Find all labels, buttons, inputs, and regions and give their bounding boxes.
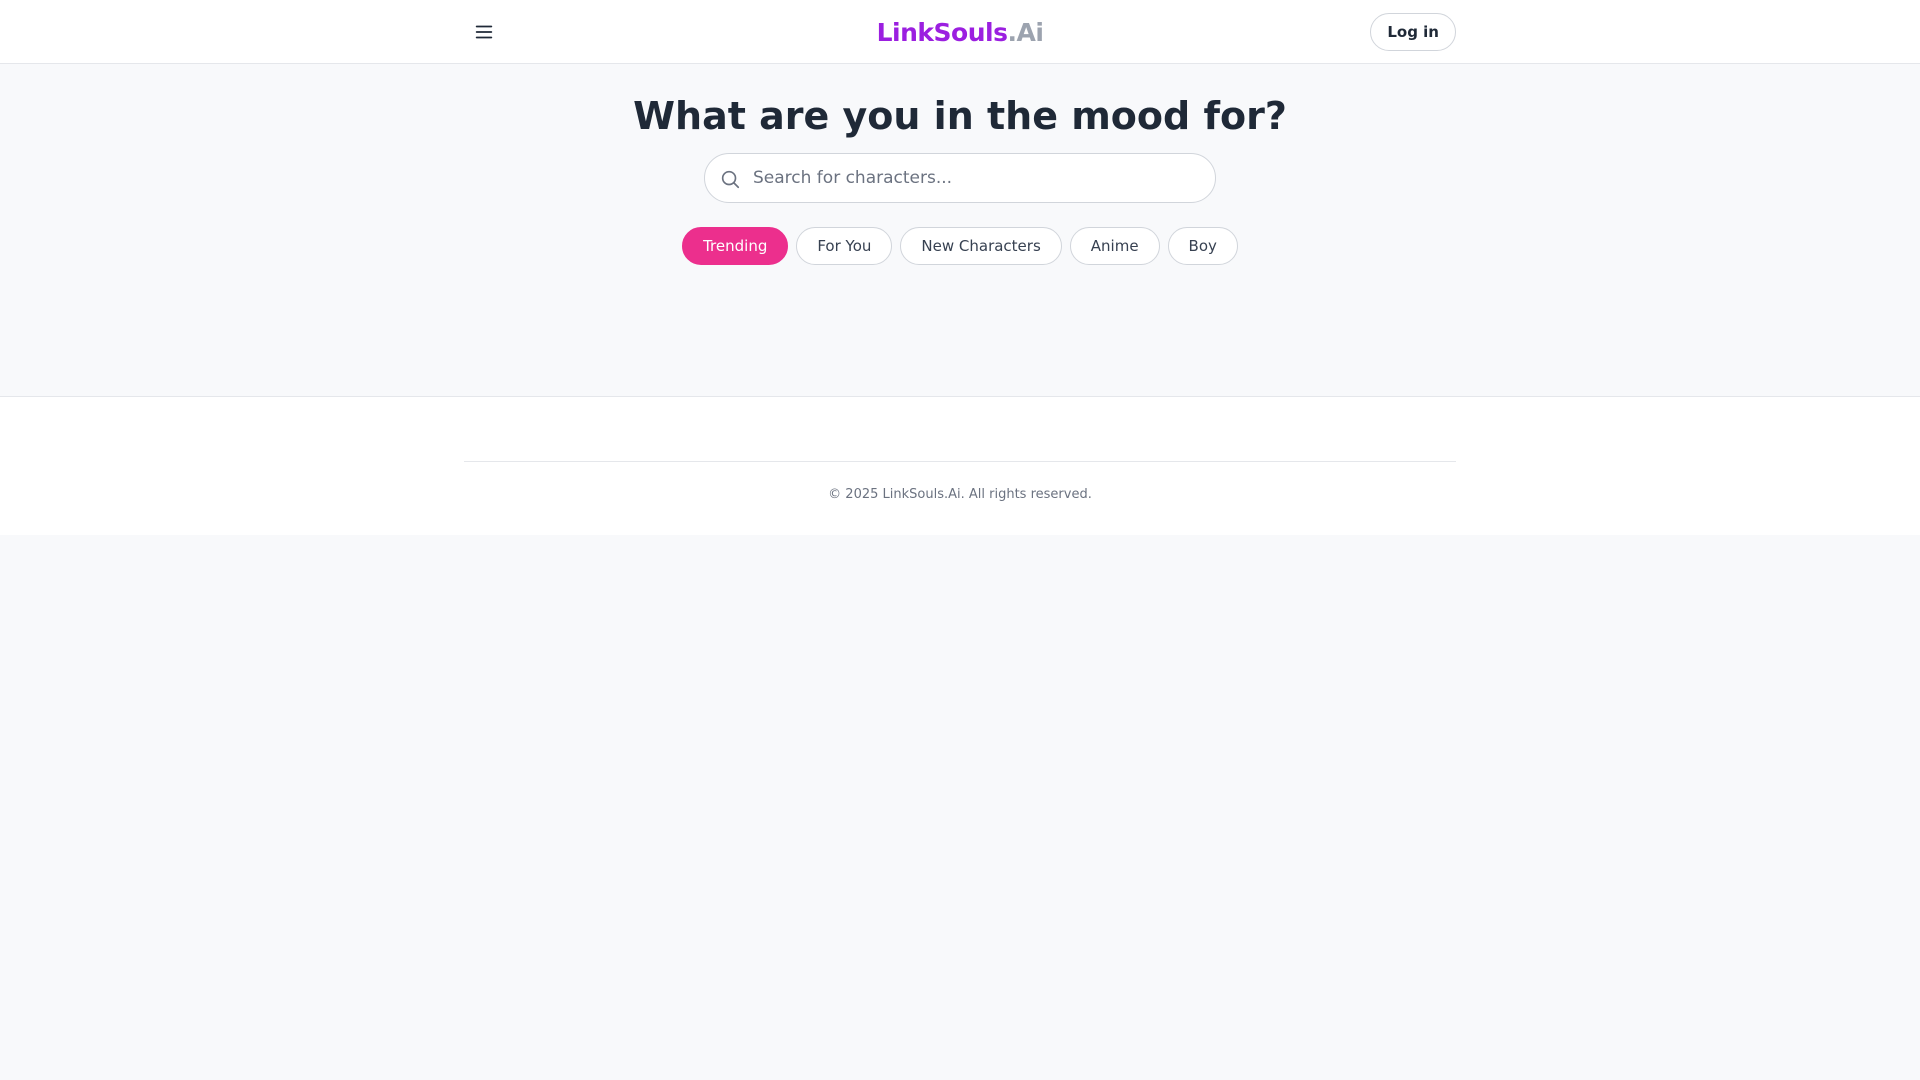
search-box bbox=[704, 153, 1216, 203]
top-header: LinkSouls.Ai Log in bbox=[0, 0, 1920, 64]
chip-boy[interactable]: Boy bbox=[1167, 227, 1238, 265]
chip-new-characters[interactable]: New Characters bbox=[900, 227, 1062, 265]
copyright-text: © 2025 LinkSouls.Ai. All rights reserved… bbox=[828, 487, 1092, 502]
hamburger-menu-icon bbox=[475, 25, 493, 39]
chip-anime[interactable]: Anime bbox=[1069, 227, 1160, 265]
logo-brand: LinkSouls bbox=[876, 17, 1008, 47]
category-chips: Trending For You New Characters Anime Bo… bbox=[0, 227, 1920, 265]
site-logo[interactable]: LinkSouls.Ai bbox=[877, 18, 1044, 47]
footer: © 2025 LinkSouls.Ai. All rights reserved… bbox=[0, 397, 1920, 535]
page-title: What are you in the mood for? bbox=[633, 94, 1287, 138]
main-section: What are you in the mood for? Trending F… bbox=[0, 64, 1920, 397]
footer-divider bbox=[464, 461, 1456, 462]
chip-trending[interactable]: Trending bbox=[682, 227, 789, 265]
search-icon bbox=[721, 170, 740, 189]
header-inner: LinkSouls.Ai Log in bbox=[464, 0, 1456, 64]
logo-suffix: .Ai bbox=[1007, 17, 1044, 47]
search-input[interactable] bbox=[753, 154, 1203, 202]
chip-for-you[interactable]: For You bbox=[796, 227, 893, 265]
menu-button[interactable] bbox=[464, 12, 504, 52]
login-button[interactable]: Log in bbox=[1370, 13, 1456, 51]
